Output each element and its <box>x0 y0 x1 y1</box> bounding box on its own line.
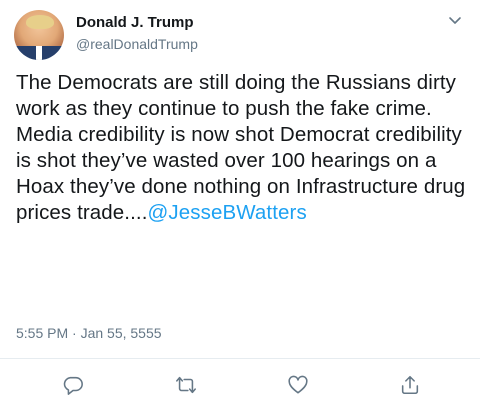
action-bar <box>0 365 480 403</box>
tweet-card: Donald J. Trump @realDonaldTrump The Dem… <box>0 0 480 410</box>
avatar-hair <box>26 15 54 29</box>
tweet-timestamp[interactable]: 5:55 PM · Jan 55, 5555 <box>16 325 162 341</box>
share-icon[interactable] <box>396 371 424 399</box>
divider <box>0 358 480 359</box>
retweet-icon[interactable] <box>172 371 200 399</box>
avatar-shirt <box>36 46 42 60</box>
chevron-down-icon[interactable] <box>448 14 462 28</box>
mention-link[interactable]: @JesseBWatters <box>148 201 307 224</box>
reply-icon[interactable] <box>59 371 87 399</box>
tweet-text: The Democrats are still doing the Russia… <box>16 70 471 226</box>
avatar[interactable] <box>14 10 64 60</box>
author-handle[interactable]: @realDonaldTrump <box>76 36 198 52</box>
author-name[interactable]: Donald J. Trump <box>76 14 194 31</box>
heart-icon[interactable] <box>284 371 312 399</box>
